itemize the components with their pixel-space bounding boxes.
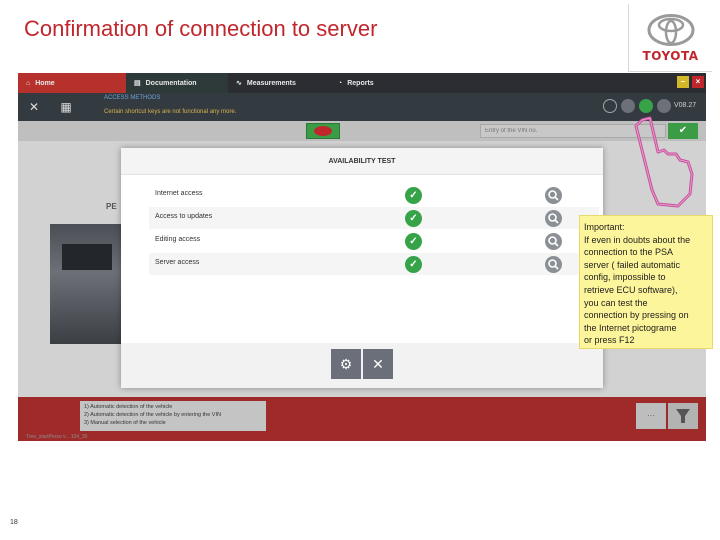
test-label: Access to updates: [155, 213, 213, 220]
user-icon[interactable]: [621, 99, 635, 113]
magnifier-button[interactable]: [545, 210, 562, 227]
callout-line: config, impossible to: [584, 272, 666, 283]
hand-pointer-icon: [634, 116, 694, 208]
tools-icon[interactable]: ✕: [26, 99, 42, 115]
test-label: Internet access: [155, 190, 203, 197]
waveform-icon: ∿: [236, 80, 242, 87]
detection-option[interactable]: 1) Automatic detection of the vehicle: [84, 403, 262, 411]
important-callout: Important: If even in doubts about the c…: [579, 215, 713, 349]
page-number: 18: [10, 519, 18, 526]
magnifier-icon: [548, 259, 559, 270]
vin-search-row: ✔: [18, 121, 706, 141]
internet-pictogram-button[interactable]: [639, 99, 653, 113]
tab-home[interactable]: ⌂ Home: [18, 73, 126, 93]
home-icon: ⌂: [26, 79, 31, 87]
toyota-emblem-icon: [647, 13, 694, 46]
tab-label: Documentation: [145, 79, 197, 87]
filter-button[interactable]: [668, 403, 698, 429]
test-row-internet: Internet access ✓: [149, 184, 599, 206]
version-label: V08.27: [674, 102, 697, 109]
ok-check-icon: ✓: [405, 256, 422, 273]
magnifier-icon: [548, 190, 559, 201]
tab-documentation[interactable]: ▤ Documentation: [126, 73, 228, 93]
magnifier-icon: [548, 236, 559, 247]
ok-check-icon: ✓: [405, 233, 422, 250]
callout-line: you can test the: [584, 297, 648, 308]
build-footer-text: Tree_startPerso v... 104_30: [26, 434, 88, 440]
grid-icon[interactable]: ▦: [58, 99, 74, 115]
tab-label: Reports: [347, 79, 374, 87]
more-options-button[interactable]: ···: [636, 403, 666, 429]
ok-check-icon: ✓: [405, 187, 422, 204]
settings-button[interactable]: ⚙: [331, 349, 361, 379]
detection-option[interactable]: 3) Manual selection of the vehicle: [84, 419, 262, 427]
minimize-button[interactable]: –: [677, 76, 689, 88]
vehicle-selection-bar: 1) Automatic detection of the vehicle 2)…: [18, 397, 706, 441]
callout-line: Important:: [584, 222, 625, 232]
availability-test-dialog: AVAILABILITY TEST Internet access ✓ Acce…: [121, 148, 603, 388]
close-button[interactable]: ✕: [363, 349, 393, 379]
logo-wordmark: TOYOTA: [642, 48, 699, 63]
test-row-updates: Access to updates ✓: [149, 207, 599, 229]
magnifier-button[interactable]: [545, 187, 562, 204]
test-label: Server access: [155, 259, 200, 266]
tab-label: Measurements: [246, 79, 296, 87]
vehicle-brand-button[interactable]: [306, 123, 340, 139]
shortcut-warning-text: Certain shortcut keys are not functional…: [104, 109, 237, 115]
app-tab-bar: ⌂ Home ▤ Documentation ∿ Measurements ◔ …: [18, 73, 706, 93]
report-icon: ◔: [338, 79, 343, 87]
ok-check-icon: ✓: [405, 210, 422, 227]
callout-line: the Internet pictograme: [584, 322, 677, 333]
vehicle-image: [50, 224, 122, 344]
magnifier-icon: [548, 213, 559, 224]
test-row-server: Server access ✓: [149, 253, 599, 275]
settings-icon: ⚙: [339, 356, 353, 372]
dialog-title: AVAILABILITY TEST: [121, 148, 603, 175]
tab-label: Home: [35, 79, 55, 87]
callout-line: connection by pressing on: [584, 310, 689, 321]
dialog-footer: ⚙ ✕: [121, 343, 603, 388]
slide-title: Confirmation of connection to server: [24, 16, 378, 41]
app-toolbar: ✕ ▦ ACCESS METHODS Certain shortcut keys…: [18, 93, 706, 121]
close-window-button[interactable]: ×: [692, 76, 704, 88]
close-icon: ✕: [372, 356, 384, 372]
settings-circle-icon[interactable]: [657, 99, 671, 113]
callout-line: server ( failed automatic: [584, 259, 681, 270]
tab-reports[interactable]: ◔ Reports: [330, 73, 432, 93]
detection-options-list: 1) Automatic detection of the vehicle 2)…: [80, 401, 266, 431]
test-row-editing: Editing access ✓: [149, 230, 599, 252]
access-methods-text: ACCESS METHODS: [104, 95, 161, 101]
test-label: Editing access: [155, 236, 201, 243]
callout-line: or press F12: [584, 335, 635, 346]
brand-badge-icon: [314, 126, 332, 136]
callout-line: If even in doubts about the: [584, 234, 691, 245]
tab-measurements[interactable]: ∿ Measurements: [228, 73, 330, 93]
refresh-icon[interactable]: [603, 99, 617, 113]
brand-text: PE: [106, 202, 117, 211]
magnifier-button[interactable]: [545, 256, 562, 273]
detection-option[interactable]: 2) Automatic detection of the vehicle by…: [84, 411, 262, 419]
magnifier-button[interactable]: [545, 233, 562, 250]
callout-line: connection to the PSA: [584, 247, 674, 258]
document-icon: ▤: [134, 80, 141, 87]
toyota-logo: TOYOTA: [628, 4, 712, 72]
callout-line: retrieve ECU software),: [584, 284, 678, 295]
filter-icon: [676, 409, 690, 423]
